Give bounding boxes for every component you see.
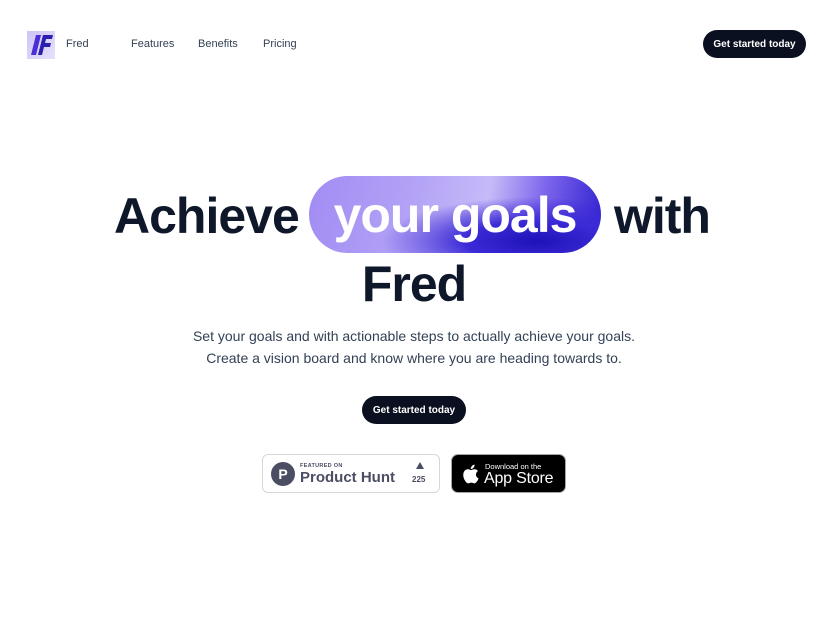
hero-get-started-button[interactable]: Get started today bbox=[362, 396, 466, 424]
upvote-arrow-icon bbox=[416, 462, 424, 469]
hero-headline-line1: Achieve your goals with bbox=[0, 176, 828, 254]
headline-word-with: with bbox=[614, 188, 711, 244]
product-hunt-name: Product Hunt bbox=[300, 469, 395, 486]
headline-highlight-text: your goals bbox=[333, 186, 578, 243]
headline-highlight-pill: your goals bbox=[309, 176, 601, 253]
nav-link-features[interactable]: Features bbox=[131, 38, 174, 50]
hero-subtitle: Set your goals and with actionable steps… bbox=[192, 328, 636, 366]
product-hunt-upvote-count: 225 bbox=[412, 475, 426, 484]
nav-link-pricing[interactable]: Pricing bbox=[263, 38, 297, 50]
product-hunt-badge[interactable]: P FEATURED ON Product Hunt 225 bbox=[262, 454, 440, 493]
fred-logo-icon[interactable] bbox=[27, 31, 55, 59]
app-store-badge[interactable]: Download on the App Store bbox=[451, 454, 566, 493]
hero-headline-line2: Fred bbox=[361, 256, 467, 312]
apple-icon bbox=[463, 464, 479, 484]
product-hunt-icon: P bbox=[271, 462, 295, 486]
nav-link-benefits[interactable]: Benefits bbox=[198, 38, 238, 50]
headline-word-achieve: Achieve bbox=[114, 188, 300, 244]
brand-name[interactable]: Fred bbox=[66, 38, 89, 50]
app-store-big-label: App Store bbox=[484, 470, 554, 487]
top-nav: Fred Features Benefits Pricing Get start… bbox=[0, 0, 828, 88]
nav-get-started-button[interactable]: Get started today bbox=[703, 30, 806, 58]
